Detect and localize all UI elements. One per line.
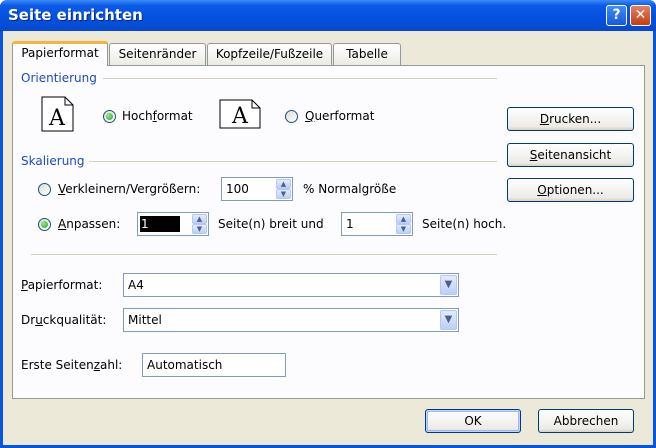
- fit-pages-tall-value[interactable]: 1: [346, 217, 354, 231]
- chevron-down-icon[interactable]: ▼: [440, 275, 457, 295]
- tab-papierformat[interactable]: Papierformat: [12, 41, 108, 66]
- orientation-divider: [103, 78, 497, 79]
- tab-tabelle[interactable]: Tabelle: [333, 43, 401, 65]
- fit-to-radio[interactable]: [38, 218, 51, 231]
- fit-to-label[interactable]: Anpassen:: [58, 217, 120, 231]
- chevron-down-icon[interactable]: ▼: [440, 310, 457, 330]
- reduce-enlarge-label[interactable]: Verkleinern/Vergrößern:: [58, 182, 200, 196]
- tab-panel-papierformat: Orientierung A Hochformat A Querformat S…: [12, 65, 645, 399]
- spin-down-icon[interactable]: ▼: [192, 224, 207, 234]
- title-bar[interactable]: Seite einrichten ? ✕: [0, 0, 656, 31]
- print-preview-button[interactable]: Seitenansicht: [507, 143, 634, 167]
- spin-up-icon[interactable]: ▲: [396, 214, 411, 224]
- svg-text:A: A: [231, 104, 249, 129]
- paper-size-select[interactable]: A4 ▼: [123, 273, 459, 297]
- landscape-label[interactable]: Querformat: [305, 109, 374, 123]
- options-button[interactable]: Optionen...: [507, 178, 634, 202]
- dialog-window: Seite einrichten ? ✕ Papierformat Seiten…: [0, 0, 656, 448]
- fit-pages-wide-value[interactable]: 1: [140, 216, 180, 232]
- landscape-radio[interactable]: [285, 110, 298, 123]
- scaling-divider: [89, 161, 497, 162]
- fit-pages-tall-suffix: Seite(n) hoch.: [422, 217, 507, 231]
- spin-up-icon[interactable]: ▲: [192, 214, 207, 224]
- fit-pages-wide-suffix: Seite(n) breit und: [218, 217, 324, 231]
- paper-divider: [31, 254, 497, 255]
- print-quality-value: Mittel: [128, 313, 162, 327]
- spin-up-icon[interactable]: ▲: [276, 179, 291, 189]
- spin-down-icon[interactable]: ▼: [276, 189, 291, 199]
- fit-pages-tall-spinner[interactable]: 1 ▲ ▼: [341, 212, 413, 236]
- paper-size-value: A4: [128, 278, 144, 292]
- print-button[interactable]: Drucken...: [507, 107, 634, 131]
- portrait-radio[interactable]: [103, 110, 116, 123]
- cancel-button[interactable]: Abbrechen: [538, 409, 634, 433]
- scaling-group-label: Skalierung: [21, 154, 85, 168]
- orientation-group-label: Orientierung: [21, 71, 97, 85]
- help-button[interactable]: ?: [606, 5, 627, 26]
- print-quality-select[interactable]: Mittel ▼: [123, 308, 459, 332]
- scale-percent-suffix: % Normalgröße: [303, 182, 397, 196]
- landscape-page-icon: A: [219, 99, 261, 129]
- first-page-number-field[interactable]: Automatisch: [142, 353, 286, 377]
- paper-size-label: Papierformat:: [21, 278, 103, 292]
- tab-seitenraender[interactable]: Seitenränder: [109, 43, 206, 65]
- spin-down-icon[interactable]: ▼: [396, 224, 411, 234]
- portrait-page-icon: A: [41, 96, 74, 132]
- close-button[interactable]: ✕: [630, 5, 651, 26]
- tab-kopfzeile-fusszeile[interactable]: Kopfzeile/Fußzeile: [207, 43, 332, 65]
- ok-button[interactable]: OK: [425, 409, 521, 433]
- dialog-client-area: Papierformat Seitenränder Kopfzeile/Fußz…: [3, 31, 653, 445]
- scale-percent-value[interactable]: 100: [226, 182, 249, 196]
- reduce-enlarge-radio[interactable]: [38, 183, 51, 196]
- fit-pages-wide-spinner[interactable]: 1 ▲ ▼: [137, 212, 209, 236]
- print-quality-label: Druckqualität:: [21, 313, 107, 327]
- portrait-label[interactable]: Hochformat: [122, 109, 193, 123]
- first-page-number-value[interactable]: Automatisch: [147, 358, 222, 372]
- svg-text:A: A: [48, 106, 66, 131]
- first-page-number-label: Erste Seitenzahl:: [21, 358, 123, 372]
- window-title: Seite einrichten: [8, 6, 143, 24]
- scale-percent-spinner[interactable]: 100 ▲ ▼: [221, 177, 293, 201]
